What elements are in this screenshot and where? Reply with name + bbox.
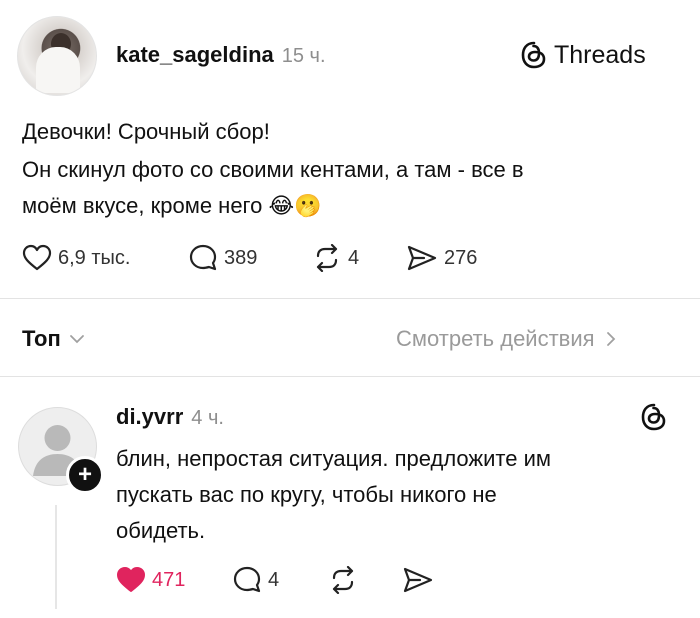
avatar-body-shape <box>36 47 80 93</box>
reply-body: блин, непростая ситуация. предложите им … <box>116 441 676 549</box>
reply-line: обидеть. <box>116 518 206 543</box>
repost-button[interactable]: 4 <box>312 244 359 272</box>
heart-icon <box>22 244 52 272</box>
comment-icon <box>188 244 218 272</box>
reply-like-count: 471 <box>152 568 186 591</box>
post-body: Девочки! Срочный сбор! Он скинул фото со… <box>22 114 682 224</box>
post-header: kate_sageldina 15 ч. <box>116 42 326 68</box>
comment-button[interactable]: 389 <box>188 244 257 272</box>
reply-header: di.yvrr 4 ч. <box>116 404 224 430</box>
post-line: Девочки! Срочный сбор! <box>22 119 270 144</box>
threads-brand[interactable]: Threads <box>520 40 646 70</box>
reply-comment-button[interactable]: 4 <box>232 566 279 594</box>
share-button[interactable]: 276 <box>406 244 477 272</box>
threads-wordmark: Threads <box>554 40 646 69</box>
reply-username[interactable]: di.yvrr <box>116 404 183 430</box>
heart-icon <box>116 566 146 594</box>
share-icon <box>406 244 438 272</box>
sort-dropdown[interactable]: Топ <box>22 326 85 352</box>
threads-logo-icon <box>520 40 548 70</box>
share-icon <box>402 566 434 594</box>
repost-icon <box>312 244 342 272</box>
post-time: 15 ч. <box>281 45 326 67</box>
author-avatar[interactable] <box>17 16 97 96</box>
repost-count: 4 <box>348 246 360 269</box>
chevron-down-icon <box>69 333 85 345</box>
view-activity-link[interactable]: Смотреть действия <box>396 326 617 352</box>
divider <box>0 376 700 377</box>
chevron-right-icon <box>605 330 617 348</box>
share-count: 276 <box>444 246 478 269</box>
view-activity-label: Смотреть действия <box>396 326 595 351</box>
repost-icon <box>328 566 358 594</box>
threads-logo-icon[interactable] <box>640 402 668 432</box>
post-line: моём вкусе, кроме него 😂🫢 <box>22 193 322 218</box>
reply-comment-count: 4 <box>268 568 280 591</box>
comment-icon <box>232 566 262 594</box>
comment-count: 389 <box>224 246 258 269</box>
reply-share-button[interactable] <box>402 566 434 594</box>
author-username[interactable]: kate_sageldina <box>116 42 274 68</box>
thread-connector-line <box>55 505 57 609</box>
sort-label: Топ <box>22 326 61 351</box>
like-count: 6,9 тыс. <box>58 246 131 269</box>
reply-line: блин, непростая ситуация. предложите им <box>116 446 552 471</box>
follow-plus-badge[interactable]: + <box>66 456 104 494</box>
reply-like-button[interactable]: 471 <box>116 566 185 594</box>
post-line: Он скинул фото со своими кентами, а там … <box>22 157 524 182</box>
divider <box>0 298 700 299</box>
reply-time: 4 ч. <box>191 407 224 429</box>
reply-line: пускать вас по кругу, чтобы никого не <box>116 482 497 507</box>
like-button[interactable]: 6,9 тыс. <box>22 244 130 272</box>
reply-repost-button[interactable] <box>328 566 358 594</box>
